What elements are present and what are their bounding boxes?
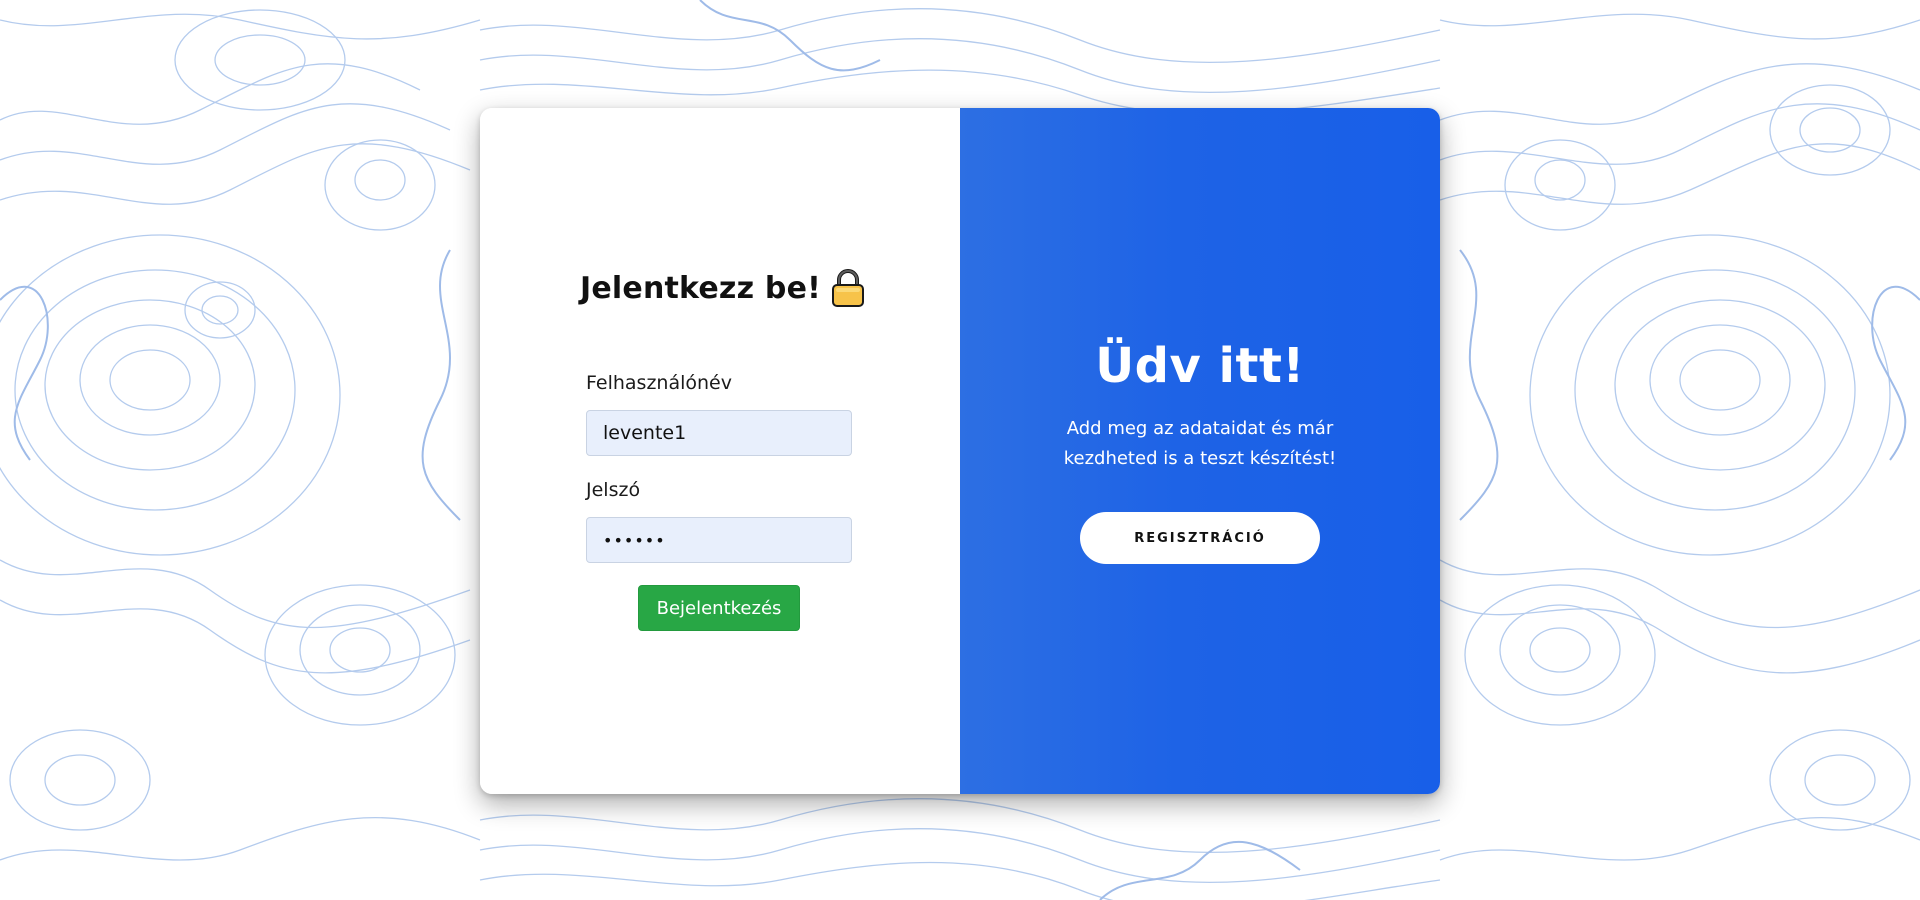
welcome-text: Add meg az adataidat és már kezdheted is…: [1063, 418, 1337, 469]
password-input[interactable]: [586, 517, 852, 563]
login-button[interactable]: Bejelentkezés: [638, 585, 800, 631]
login-title: Jelentkezz be!: [580, 270, 821, 306]
login-panel: Jelentkezz be! Felhasználónév Jelszó Bej…: [480, 108, 960, 794]
login-heading: Jelentkezz be!: [580, 268, 865, 308]
auth-card: Jelentkezz be! Felhasználónév Jelszó Bej…: [480, 108, 1440, 794]
username-label: Felhasználónév: [586, 372, 732, 394]
username-input[interactable]: [586, 410, 852, 456]
password-label: Jelszó: [586, 479, 641, 501]
lock-icon: [831, 268, 865, 308]
register-button[interactable]: REGISZTRÁCIÓ: [1080, 512, 1320, 564]
welcome-panel: Üdv itt! Add meg az adataidat és már kez…: [960, 108, 1440, 794]
welcome-title: Üdv itt!: [1095, 338, 1305, 394]
